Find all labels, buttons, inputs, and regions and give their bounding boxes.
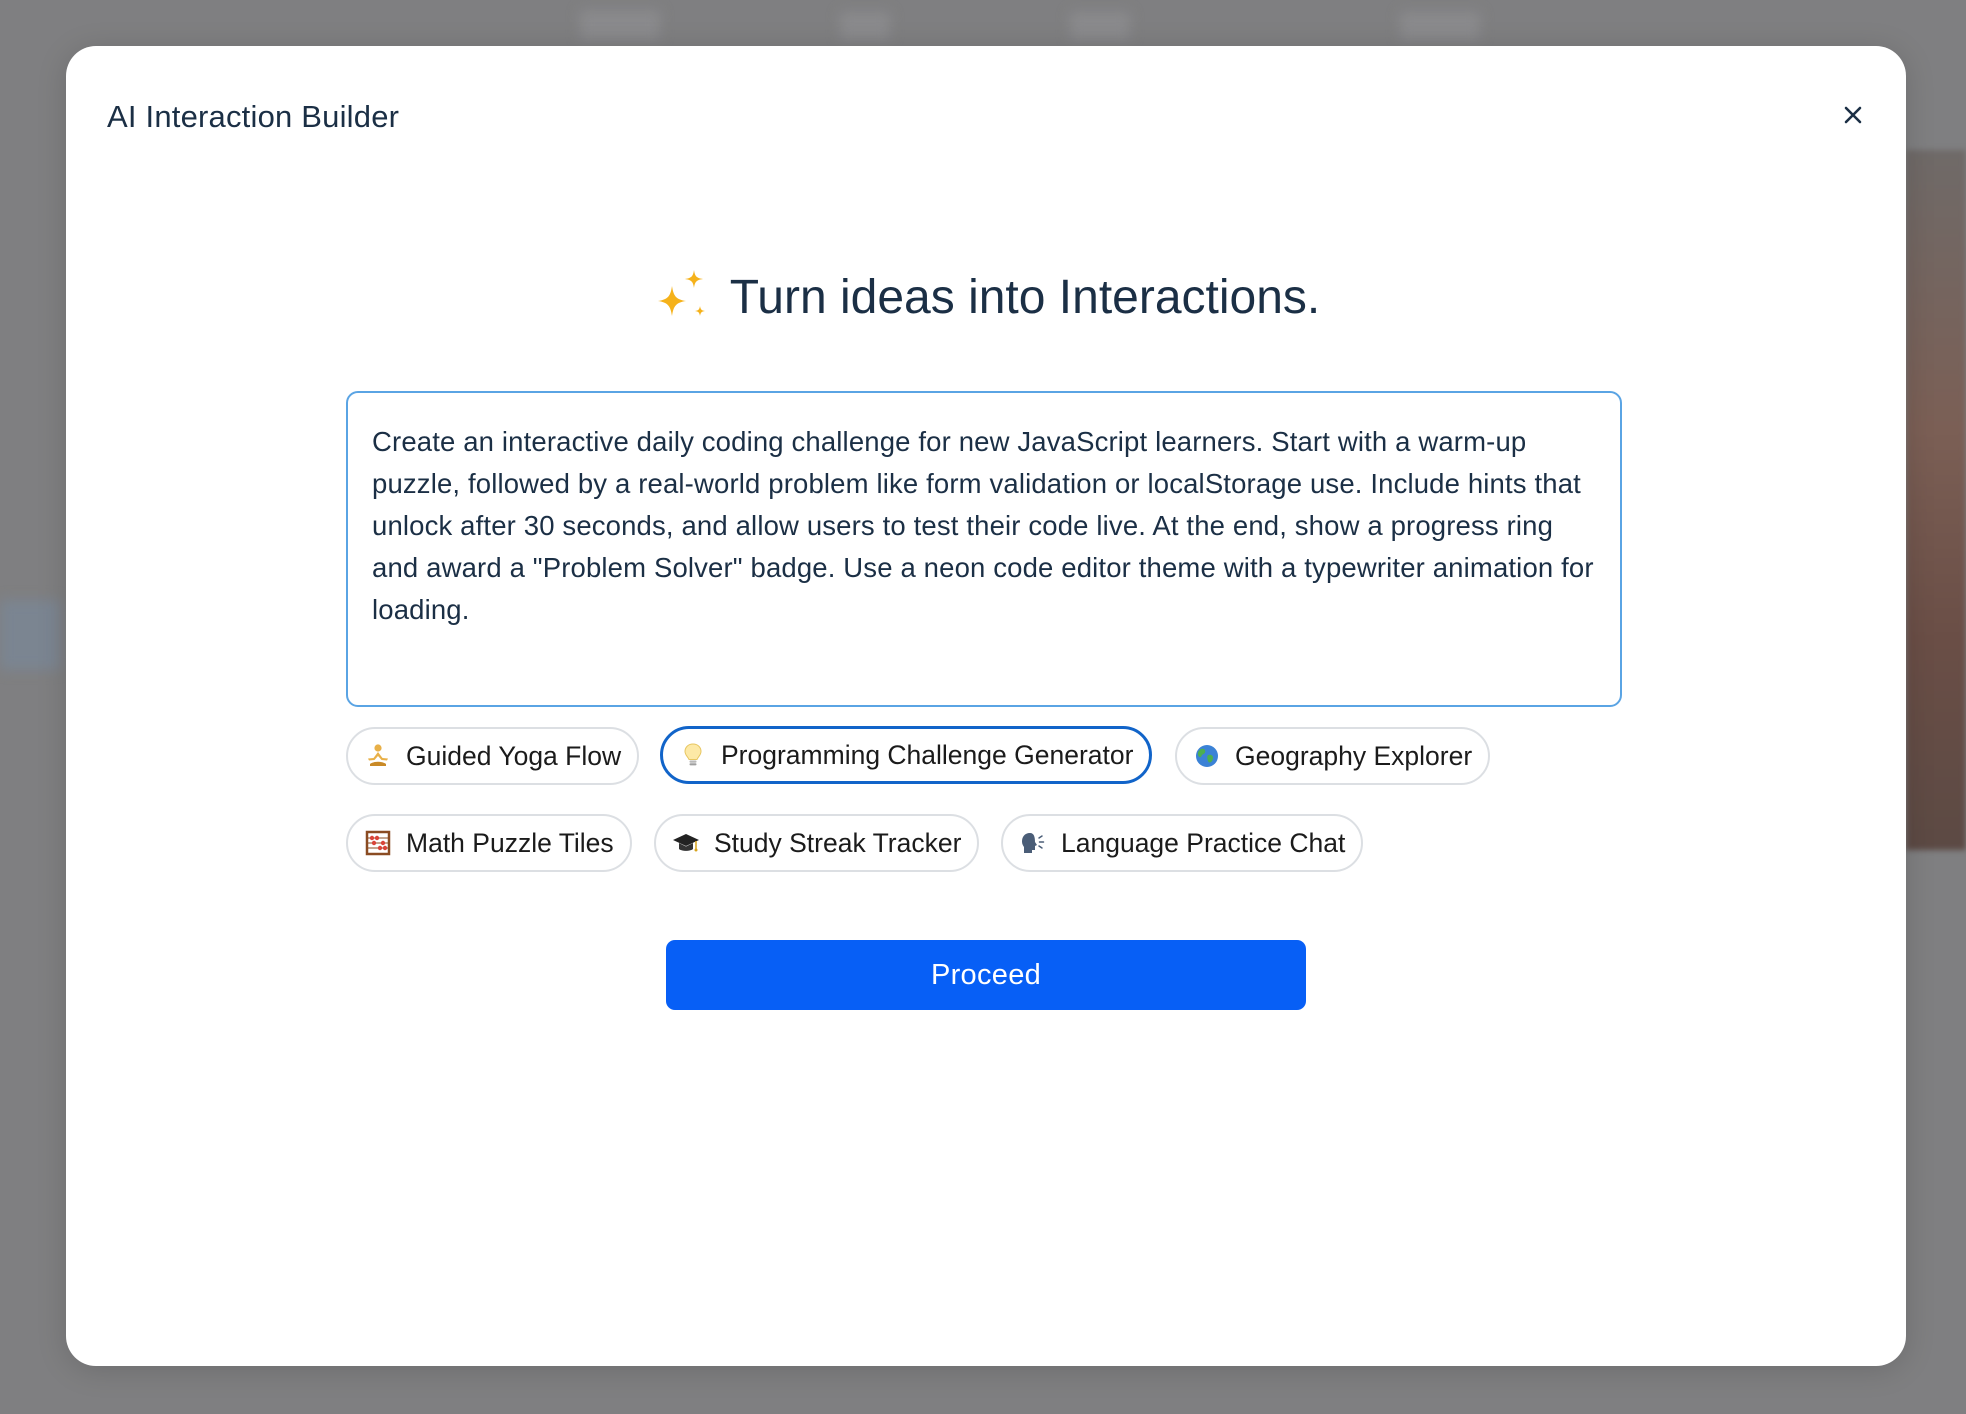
interaction-builder-modal: AI Interaction Builder Turn ideas into I… (66, 46, 1906, 1366)
chip-study-streak-tracker[interactable]: Study Streak Tracker (654, 814, 980, 872)
close-icon (1844, 106, 1862, 124)
chip-math-puzzle-tiles[interactable]: Math Puzzle Tiles (346, 814, 632, 872)
background-blur (1400, 12, 1480, 40)
chip-programming-challenge-generator[interactable]: Programming Challenge Generator (660, 726, 1153, 784)
close-button[interactable] (1836, 98, 1870, 132)
chip-label: Programming Challenge Generator (721, 739, 1134, 770)
chip-label: Language Practice Chat (1061, 827, 1346, 858)
proceed-button[interactable]: Proceed (666, 940, 1306, 1010)
sparkles-icon (657, 270, 705, 316)
hero-title: Turn ideas into Interactions. (729, 271, 1321, 324)
hero-heading: Turn ideas into Interactions. (66, 268, 1906, 328)
chip-label: Geography Explorer (1235, 740, 1473, 771)
meditation-icon (364, 742, 392, 770)
chip-label: Guided Yoga Flow (406, 740, 622, 771)
chip-label: Study Streak Tracker (714, 827, 962, 858)
lightbulb-icon (679, 741, 707, 769)
abacus-icon (364, 829, 392, 857)
globe-icon (1193, 742, 1221, 770)
speaking-head-icon (1019, 829, 1047, 857)
chip-label: Math Puzzle Tiles (406, 827, 614, 858)
chip-geography-explorer[interactable]: Geography Explorer (1175, 727, 1491, 785)
prompt-textarea[interactable]: Create an interactive daily coding chall… (346, 391, 1622, 707)
background-blur (1070, 12, 1130, 40)
chip-language-practice-chat[interactable]: Language Practice Chat (1001, 814, 1364, 872)
background-blur (840, 12, 890, 40)
background-blur (0, 600, 60, 670)
background-image (1906, 150, 1966, 850)
background-blur (580, 10, 660, 40)
graduation-cap-icon (672, 829, 700, 857)
chip-guided-yoga-flow[interactable]: Guided Yoga Flow (346, 727, 640, 785)
modal-title: AI Interaction Builder (107, 99, 400, 134)
